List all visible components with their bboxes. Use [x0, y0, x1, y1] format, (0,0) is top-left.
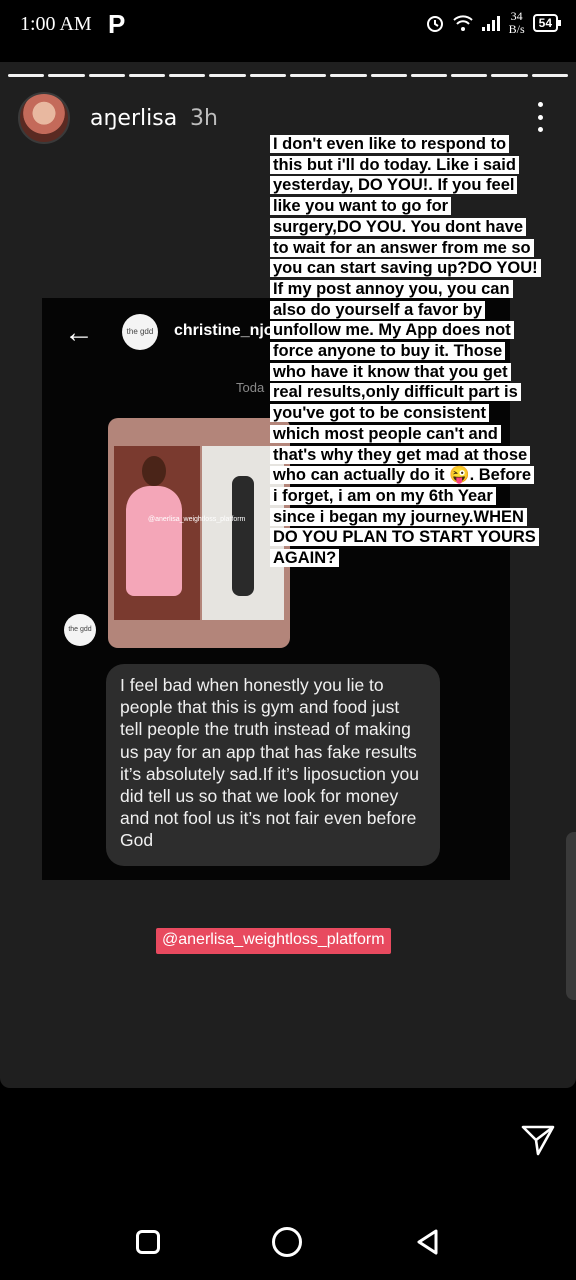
alarm-icon: [426, 16, 443, 32]
caption-line: yesterday, DO YOU!. If you feel: [270, 176, 518, 195]
caption-line: surgery,DO YOU. You dont have: [270, 217, 526, 236]
home-button[interactable]: [272, 1227, 302, 1257]
story-progress-segment: [451, 74, 488, 77]
back-arrow-icon: ←: [64, 316, 94, 349]
dm-date-label: Toda: [236, 380, 265, 395]
caption-line: unfollow me. My App does not: [270, 321, 514, 340]
story-progress-segment: [330, 74, 367, 77]
story-progress-segment: [48, 74, 85, 77]
battery-icon: 54: [532, 14, 562, 32]
story-time-ago: 3h: [190, 106, 218, 131]
story-progress-segment: [209, 74, 246, 77]
side-scroll-handle: [566, 832, 576, 1000]
caption-line: to wait for an answer from me so: [270, 238, 534, 257]
story-progress-segment: [370, 74, 407, 77]
caption-line: real results,only difficult part is: [270, 383, 521, 402]
caption-line: since i began my journey.WHEN: [270, 507, 527, 526]
avatar[interactable]: [18, 92, 70, 144]
dm-message-bubble: I feel bad when honestly you lie to peop…: [106, 664, 440, 866]
caption-line: i forget, i am on my 6th Year: [270, 486, 496, 505]
caption-line: like you want to go for: [270, 197, 452, 216]
navigation-bar: [0, 1200, 576, 1280]
caption-line: this but i'll do today. Like i said: [270, 155, 519, 174]
media-watermark: @anerlisa_weightloss_platform: [148, 516, 246, 523]
dm-contact-avatar: the gdd: [122, 314, 158, 350]
app-notification-icon: P: [108, 9, 126, 39]
mention-sticker[interactable]: @anerlisa_weightloss_platform: [156, 928, 391, 954]
story-progress-segment: [128, 74, 166, 77]
story-progress-bar: [8, 74, 568, 77]
dm-shared-image: @anerlisa_weightloss_platform: [108, 418, 290, 648]
dm-sender-avatar: the gdd: [64, 614, 96, 646]
before-photo: [114, 446, 200, 620]
status-time: 1:00 AM: [20, 13, 92, 35]
story-progress-segment: [410, 74, 448, 77]
status-bar: 1:00 AM P 34 B/s 54: [0, 0, 576, 52]
signal-icon: [481, 16, 500, 31]
caption-line: I don't even like to respond to: [270, 135, 510, 153]
caption-line: also do yourself a favor by: [270, 300, 486, 319]
story-viewer[interactable]: aŋerlisa 3h ← the gdd christine_njo Toda…: [0, 62, 576, 1088]
story-progress-segment: [88, 74, 125, 77]
story-caption-text: I don't even like to respond to this but …: [270, 134, 548, 569]
recents-button[interactable]: [136, 1230, 160, 1254]
caption-line: who can actually do it 😜. Before: [270, 466, 535, 485]
caption-line: you can start saving up?DO YOU!: [270, 259, 541, 278]
caption-line: AGAIN?: [270, 549, 340, 568]
story-progress-segment: [289, 74, 327, 77]
send-icon[interactable]: [520, 1122, 556, 1158]
story-progress-segment: [531, 74, 568, 77]
caption-line: that's why they get mad at those: [270, 445, 531, 464]
story-progress-segment: [249, 74, 286, 77]
caption-line: force anyone to buy it. Those: [270, 342, 506, 361]
caption-line: who have it know that you get: [270, 362, 511, 381]
network-speed: 34 B/s: [508, 9, 525, 36]
caption-line: If my post annoy you, you can: [270, 279, 513, 298]
caption-line: you've got to be consistent: [270, 404, 489, 423]
wifi-icon: [452, 15, 473, 31]
more-options-icon[interactable]: [530, 102, 550, 132]
status-icons: 34 B/s 54: [425, 9, 562, 36]
story-username[interactable]: aŋerlisa: [90, 106, 177, 131]
story-progress-segment: [169, 74, 206, 77]
caption-line: DO YOU PLAN TO START YOURS: [270, 528, 539, 547]
dm-contact-name: christine_njo: [174, 322, 274, 339]
story-progress-segment: [491, 74, 528, 77]
story-progress-segment: [8, 74, 45, 77]
caption-line: which most people can't and: [270, 424, 501, 443]
back-button[interactable]: [414, 1228, 442, 1256]
